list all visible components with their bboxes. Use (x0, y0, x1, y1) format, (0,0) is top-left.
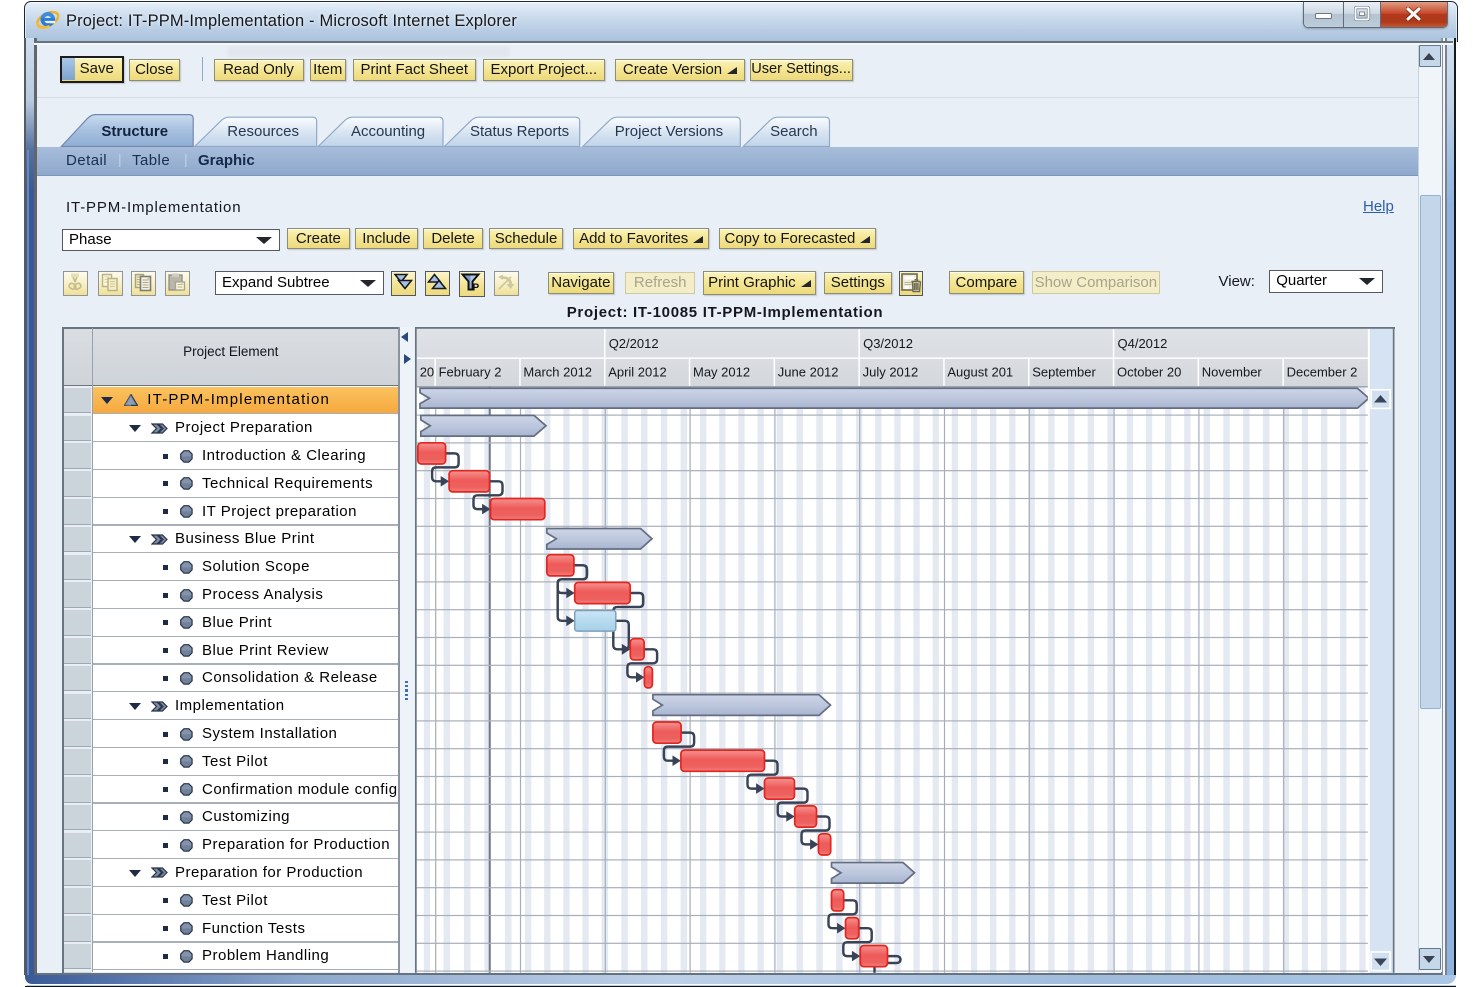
svg-text:April 2012: April 2012 (608, 364, 667, 379)
svg-text:Search: Search (770, 123, 818, 140)
svg-text:July 2012: July 2012 (862, 364, 918, 379)
svg-text:May 2012: May 2012 (693, 364, 750, 379)
svg-text:20: 20 (419, 364, 433, 379)
svg-text:October 20: October 20 (1117, 364, 1181, 379)
svg-text:Project Versions: Project Versions (615, 123, 723, 140)
svg-text:December 2: December 2 (1286, 364, 1357, 379)
svg-text:Q3/2012: Q3/2012 (863, 336, 913, 351)
svg-text:Structure: Structure (101, 123, 168, 140)
svg-text:Status Reports: Status Reports (470, 123, 569, 140)
svg-text:Q2/2012: Q2/2012 (608, 336, 658, 351)
svg-text:Accounting: Accounting (351, 123, 425, 140)
svg-text:February 2: February 2 (438, 364, 501, 379)
svg-text:November: November (1201, 364, 1262, 379)
svg-text:August 201: August 201 (947, 364, 1013, 379)
svg-text:June 2012: June 2012 (777, 364, 838, 379)
svg-text:P: P (473, 283, 480, 294)
svg-text:March 2012: March 2012 (523, 364, 592, 379)
svg-text:September: September (1032, 364, 1096, 379)
svg-text:Resources: Resources (227, 123, 299, 140)
svg-text:Q4/2012: Q4/2012 (1117, 336, 1167, 351)
